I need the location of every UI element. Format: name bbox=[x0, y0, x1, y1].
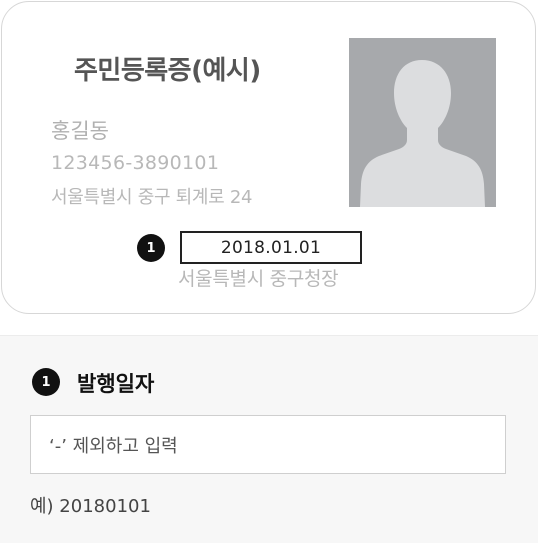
card-title: 주민등록증(예시) bbox=[74, 56, 261, 86]
card-issuer: 서울특별시 중구청장 bbox=[178, 268, 339, 290]
issue-date-input[interactable]: ‘-’ 제외하고 입력 bbox=[30, 415, 506, 474]
marker-1-badge: 1 bbox=[137, 234, 165, 262]
person-silhouette-icon bbox=[349, 38, 496, 207]
id-card-sample: 주민등록증(예시) 홍길동 123456-3890101 서울특별시 중구 퇴계… bbox=[1, 1, 536, 314]
issue-date-form: 1 발행일자 ‘-’ 제외하고 입력 예) 20180101 bbox=[0, 335, 538, 543]
marker-1-badge: 1 bbox=[32, 368, 60, 396]
issue-date-label: 발행일자 bbox=[77, 372, 155, 396]
card-id-number: 123456-3890101 bbox=[51, 152, 220, 174]
card-address: 서울특별시 중구 퇴계로 24 bbox=[51, 187, 253, 208]
issue-date-highlight: 2018.01.01 bbox=[180, 231, 362, 264]
card-holder-name: 홍길동 bbox=[51, 119, 109, 143]
issue-date-example: 예) 20180101 bbox=[30, 496, 151, 517]
